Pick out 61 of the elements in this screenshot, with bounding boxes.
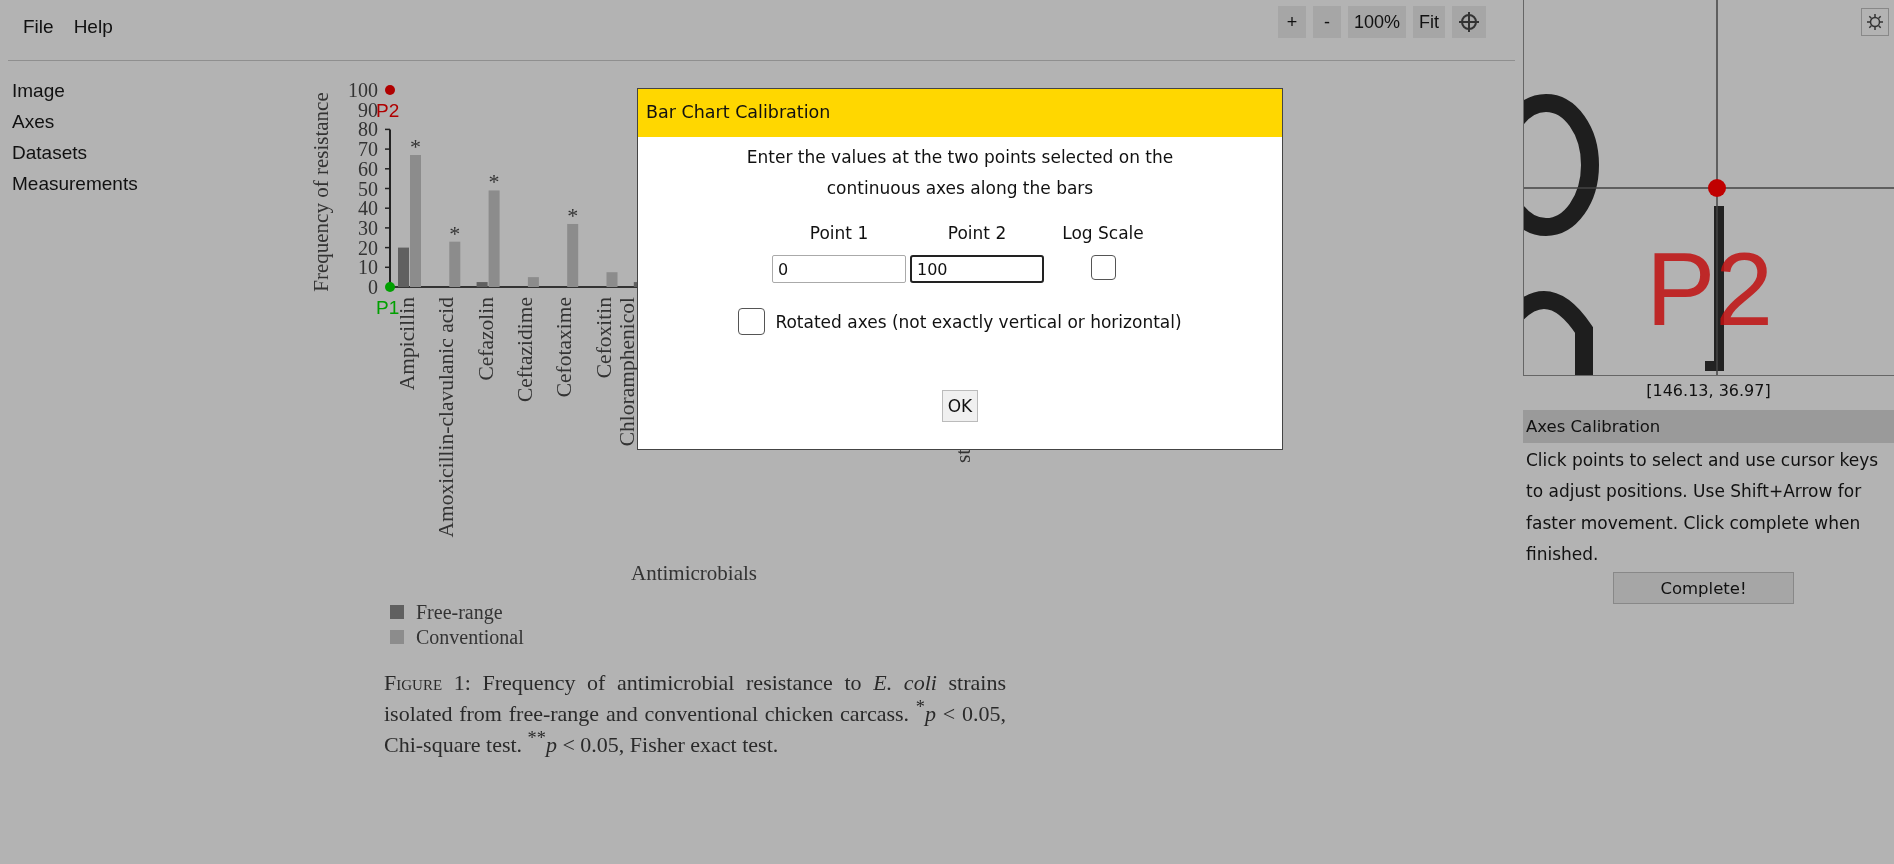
instructions-text: Click points to select and use cursor keys to adjust positions. Use Shift+Arrow for faster movement. Click complete when finished. xyxy=(1525,449,1880,566)
legend-swatch xyxy=(390,605,404,619)
category-label: Ceftazidime xyxy=(512,297,537,403)
coordinates-readout: [146.13, 36.97] xyxy=(1646,381,1771,400)
dialog-message: Enter the values at the two points selected on the continuous axes along the bars xyxy=(745,146,1175,200)
crosshair-icon xyxy=(1458,11,1480,33)
tick-label: 100 xyxy=(348,79,378,101)
point-label: P2 xyxy=(376,100,400,121)
legend-swatch xyxy=(390,630,404,644)
sidebar-item[interactable]: Datasets xyxy=(12,137,294,168)
bar xyxy=(449,241,461,287)
toolbar-button[interactable]: - xyxy=(1312,6,1341,38)
sidebar-item[interactable]: Image xyxy=(12,75,294,106)
tick-label: 20 xyxy=(358,236,378,259)
ok-button[interactable]: OK xyxy=(942,390,978,422)
dialog-title: Bar Chart Calibration xyxy=(638,89,1282,137)
category-label: Cefotaxime xyxy=(552,297,577,398)
point-label: P1 xyxy=(376,297,400,318)
sidebar-item[interactable]: Measurements xyxy=(12,168,294,199)
sidebar-item[interactable]: Axes xyxy=(12,106,294,137)
category-label: Cefoxitin xyxy=(591,297,616,379)
bar xyxy=(567,223,579,287)
settings-icon xyxy=(1867,14,1883,30)
field-label: Point 2 xyxy=(947,223,1007,243)
menu-item[interactable]: File xyxy=(23,16,54,38)
tick-label: 10 xyxy=(358,256,378,279)
crosshair-button[interactable] xyxy=(1452,6,1486,38)
category-label: Chloramphenicol xyxy=(614,297,639,447)
category-label: st xyxy=(951,448,975,463)
input-field[interactable]: 100 xyxy=(910,255,1044,283)
bar xyxy=(527,277,539,287)
significance-mark: * xyxy=(567,202,579,228)
category-label: Cefazolin xyxy=(473,297,498,381)
tick-label: 90 xyxy=(358,98,378,121)
category-label: Amoxicillin-clavulanic acid xyxy=(434,297,459,538)
checkbox[interactable] xyxy=(1090,255,1116,280)
input-field[interactable]: 0 xyxy=(772,255,906,283)
checkbox-label: Log Scale xyxy=(1062,223,1144,243)
toolbar-button[interactable]: 100% xyxy=(1347,6,1406,38)
tick-label: 50 xyxy=(358,177,378,200)
legend-label: Conventional xyxy=(416,626,524,648)
calibration-point[interactable] xyxy=(385,85,395,95)
bar xyxy=(606,272,618,287)
toolbar-button[interactable]: + xyxy=(1277,6,1306,38)
checkbox[interactable] xyxy=(738,308,766,335)
complete-button[interactable]: Complete! xyxy=(1613,572,1794,605)
checkbox-label: Rotated axes (not exactly vertical or horizontal) xyxy=(775,311,1182,332)
tick-label: 80 xyxy=(358,118,378,141)
menu-item[interactable]: Help xyxy=(73,16,113,38)
legend-label: Free-range xyxy=(416,601,503,623)
tick-label: 0 xyxy=(368,276,378,298)
axis-title: Antimicrobials xyxy=(631,561,757,585)
figure-caption: Figure 1: Frequency of antimicrobial resistance to E. coli strains isolated from free-range and conventional chicken carcass. $^{*}$p < 0.05, Chi-square test. $^{**}$p < 0.05, Fisher exact test. xyxy=(384,670,1006,758)
toolbar-button[interactable]: Fit xyxy=(1413,6,1445,38)
settings-button[interactable] xyxy=(1861,8,1889,36)
significance-mark: * xyxy=(410,134,421,159)
axis-title: Frequency of resistance xyxy=(309,92,333,292)
panel-header: Axes Calibration xyxy=(1523,410,1894,443)
significance-mark: * xyxy=(488,169,500,195)
field-label: Point 1 xyxy=(809,223,869,243)
significance-mark: * xyxy=(449,220,461,246)
